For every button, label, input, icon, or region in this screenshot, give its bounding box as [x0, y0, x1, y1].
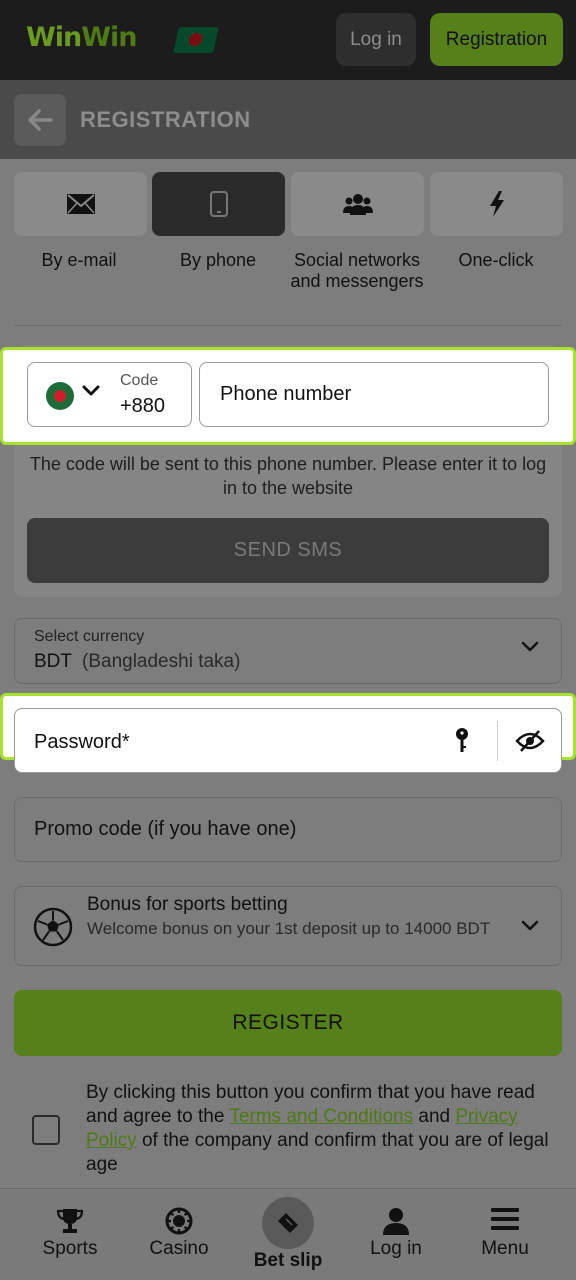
user-icon [383, 1208, 409, 1235]
trophy-icon [56, 1209, 84, 1233]
chevron-down-icon [82, 385, 100, 396]
send-sms-button[interactable]: SEND SMS [27, 518, 549, 583]
separator [497, 721, 498, 761]
phone-hint-text: The code will be sent to this phone numb… [29, 454, 547, 498]
page-title-bar: REGISTRATION [0, 80, 576, 159]
terms-checkbox[interactable] [32, 1115, 60, 1145]
nav-login[interactable]: Log in [346, 1189, 446, 1280]
hamburger-icon [491, 1208, 519, 1230]
arrow-left-icon [28, 109, 53, 131]
envelope-icon [66, 194, 95, 214]
nav-casino-label: Casino [149, 1238, 209, 1259]
nav-login-label: Log in [370, 1238, 422, 1259]
tab-one-click[interactable] [430, 172, 563, 236]
lightning-icon [489, 191, 504, 217]
nav-casino[interactable]: Casino [129, 1189, 229, 1280]
bangladesh-flag-icon [46, 382, 74, 410]
terms-link[interactable]: Terms and Conditions [229, 1106, 413, 1127]
tab-label-one-click[interactable]: One-click [421, 250, 571, 271]
tab-by-phone[interactable] [152, 172, 285, 236]
casino-chip-icon [165, 1207, 193, 1235]
key-icon[interactable] [455, 727, 469, 755]
register-button[interactable]: REGISTER [14, 990, 562, 1056]
code-value: +880 [120, 395, 166, 417]
password-input[interactable]: Password* [14, 708, 562, 773]
promo-code-input[interactable]: Promo code (if you have one) [14, 797, 562, 862]
nav-menu-label: Menu [481, 1238, 529, 1259]
back-button[interactable] [14, 94, 66, 146]
chevron-down-icon [521, 641, 539, 652]
tab-by-email[interactable] [14, 172, 147, 236]
bonus-description: Welcome bonus on your 1st deposit up to … [87, 919, 491, 938]
ticket-icon [278, 1213, 298, 1233]
top-bar: WinWin Log in Registration [0, 0, 576, 80]
header-registration-button[interactable]: Registration [430, 13, 563, 66]
header-login-button[interactable]: Log in [336, 13, 416, 66]
chevron-down-icon [521, 920, 539, 931]
divider [14, 325, 562, 326]
tab-social-networks[interactable] [291, 172, 424, 236]
currency-label: Select currency [34, 628, 145, 645]
bonus-select[interactable]: Bonus for sports betting Welcome bonus o… [14, 886, 562, 966]
smartphone-icon [209, 191, 228, 217]
nav-sports[interactable]: Sports [20, 1189, 120, 1280]
bangladesh-flag-icon[interactable] [173, 27, 219, 53]
users-icon [342, 194, 373, 215]
terms-text: By clicking this button you confirm that… [86, 1082, 549, 1175]
nav-bet-slip[interactable] [262, 1197, 314, 1249]
winwin-logo[interactable]: WinWin [26, 22, 138, 53]
phone-number-input[interactable]: Phone number [199, 362, 549, 427]
password-placeholder: Password* [34, 731, 130, 753]
bonus-title: Bonus for sports betting [87, 894, 288, 915]
country-code-selector[interactable]: Code +880 [27, 362, 192, 427]
page-title: REGISTRATION [80, 107, 251, 132]
nav-sports-label: Sports [42, 1238, 98, 1259]
eye-off-icon[interactable] [515, 729, 545, 753]
nav-menu[interactable]: Menu [455, 1189, 555, 1280]
nav-bet-slip-label[interactable]: Bet slip [228, 1250, 348, 1272]
currency-select[interactable]: Select currency BDT (Bangladeshi taka) [14, 618, 562, 684]
tab-label-email[interactable]: By e-mail [4, 250, 154, 271]
tab-label-social[interactable]: Social networks and messengers [282, 250, 432, 292]
tab-label-phone[interactable]: By phone [143, 250, 293, 271]
soccer-ball-icon [33, 907, 73, 947]
code-label: Code [120, 372, 159, 389]
currency-value: BDT (Bangladeshi taka) [34, 651, 241, 672]
bottom-navigation: Sports Casino Bet slip Log in Menu [0, 1188, 576, 1280]
